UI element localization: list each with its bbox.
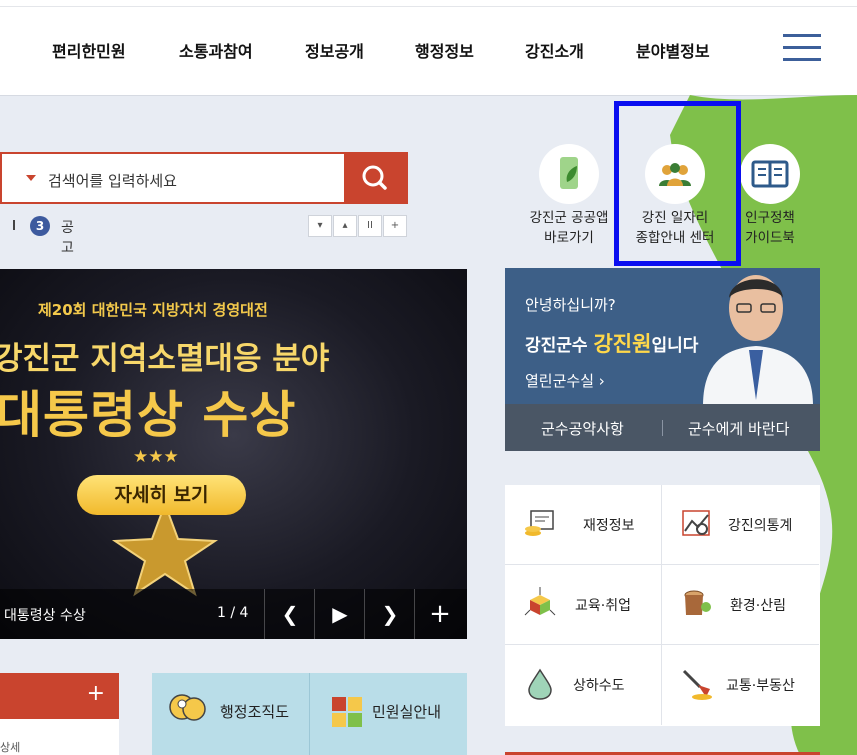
search-box: 검색어를 입력하세요 xyxy=(0,152,408,204)
keyword-controls: ▾ ▴ II + xyxy=(308,215,408,237)
search-input[interactable]: 검색어를 입력하세요 xyxy=(48,170,177,191)
banner-title-line1: 강진군 지역소멸대응 분야 xyxy=(0,341,330,377)
play-icon: ▶ xyxy=(332,602,348,626)
open-office-link[interactable]: 열린군수실 › xyxy=(525,370,605,391)
hamburger-icon[interactable] xyxy=(783,34,821,62)
category-environment-label: 환경·산림 xyxy=(730,598,786,614)
keyword-divider xyxy=(13,220,15,230)
category-transport[interactable]: 교통·부동산 xyxy=(662,645,819,725)
mayor-pledges-link[interactable]: 군수공약사항 xyxy=(541,418,624,439)
education-cube-icon xyxy=(524,587,556,616)
quick-link-guidebook[interactable]: 인구정책 가이드북 xyxy=(736,144,804,248)
search-button[interactable] xyxy=(344,154,406,202)
quick-link-guidebook-label1: 인구정책 xyxy=(745,210,795,226)
notice-header: + xyxy=(0,673,119,719)
shortcut-bar: 행정조직도 민원실안내 xyxy=(152,673,467,755)
category-statistics-label: 강진의통계 xyxy=(728,518,793,534)
mayor-name: 강진원 xyxy=(593,332,652,356)
keyword-rank-badge: 3 xyxy=(30,216,50,236)
search-scope-dropdown-icon[interactable] xyxy=(26,175,36,181)
mayor-panel: 안녕하십니까? 강진군수 강진원입니다 열린군수실 › 군수공약사항 군수에게 … xyxy=(505,268,820,451)
keyword-text[interactable]: 공고 xyxy=(61,217,74,257)
plus-icon: + xyxy=(429,599,451,629)
highlight-box xyxy=(614,101,741,266)
chevron-right-icon: ❯ xyxy=(381,602,399,626)
puzzle-icon xyxy=(332,697,362,727)
water-drop-icon xyxy=(528,668,552,700)
ask-mayor-link[interactable]: 군수에게 바란다 xyxy=(688,418,789,439)
mayor-intro: 강진군수 강진원입니다 xyxy=(525,332,699,356)
keyword-prev-button[interactable]: ▴ xyxy=(333,215,357,237)
mayor-portrait xyxy=(703,275,813,406)
open-book-icon xyxy=(740,144,800,204)
nav-item-about[interactable]: 강진소개 xyxy=(525,38,584,62)
statistics-chart-icon xyxy=(682,510,710,536)
notice-more-button[interactable]: + xyxy=(87,681,105,706)
category-education-label: 교육·취업 xyxy=(575,598,631,614)
nav-item-civil[interactable]: 편리한민원 xyxy=(52,38,126,62)
nav-item-admin[interactable]: 행정정보 xyxy=(415,38,474,62)
top-header: 편리한민원 소통과참여 정보공개 행정정보 강진소개 분야별정보 xyxy=(0,0,857,96)
quick-link-app[interactable]: 강진군 공공앱 바로가기 xyxy=(521,144,617,248)
main-banner[interactable]: 제20회 대한민국 지방자치 경영대전 강진군 지역소멸대응 분야 대통령상 수… xyxy=(0,269,467,639)
category-grid: 재정정보 강진의통계 교육·취업 환경·산림 상하수도 교통·부동산 xyxy=(505,485,820,726)
keyword-pause-button[interactable]: II xyxy=(358,215,382,237)
category-water-label: 상하수도 xyxy=(573,678,625,694)
category-finance[interactable]: 재정정보 xyxy=(505,485,662,565)
notice-panel: + 상세 xyxy=(0,673,119,755)
tree-stump-icon xyxy=(684,590,711,615)
banner-caption: 대통령상 수상 xyxy=(4,608,86,624)
category-statistics[interactable]: 강진의통계 xyxy=(662,485,819,565)
quick-link-app-label1: 강진군 공공앱 xyxy=(529,210,609,226)
banner-title-line2: 대통령상 수상 xyxy=(0,386,297,444)
category-education[interactable]: 교육·취업 xyxy=(505,565,662,645)
banner-detail-button[interactable]: 자세히 보기 xyxy=(77,475,246,515)
mayor-links-bar: 군수공약사항 군수에게 바란다 xyxy=(505,404,820,451)
mayor-greeting: 안녕하십니까? xyxy=(525,296,616,314)
chevron-left-icon: ❮ xyxy=(281,602,299,626)
nav-item-fields[interactable]: 분야별정보 xyxy=(636,38,710,62)
quick-link-guidebook-label2: 가이드북 xyxy=(745,230,795,246)
search-icon xyxy=(362,165,387,190)
shortcut-divider xyxy=(309,673,310,755)
category-transport-label: 교통·부동산 xyxy=(726,678,795,694)
category-water[interactable]: 상하수도 xyxy=(505,645,662,725)
category-environment[interactable]: 환경·산림 xyxy=(662,565,819,645)
nav-item-participation[interactable]: 소통과참여 xyxy=(179,38,253,62)
keyword-next-button[interactable]: ▾ xyxy=(308,215,332,237)
keyword-more-button[interactable]: + xyxy=(383,215,407,237)
banner-subtitle: 제20회 대한민국 지방자치 경영대전 xyxy=(38,301,268,319)
banner-more-button[interactable]: + xyxy=(414,589,465,639)
phone-leaf-icon xyxy=(539,144,599,204)
quick-link-app-label2: 바로가기 xyxy=(544,230,594,246)
notice-item[interactable]: 상세 xyxy=(0,739,20,755)
org-chart-icon xyxy=(169,694,206,721)
category-finance-label: 재정정보 xyxy=(583,518,635,534)
banner-play-button[interactable]: ▶ xyxy=(314,589,365,639)
star-decoration: ★★★ xyxy=(133,447,179,467)
civil-guide-link[interactable]: 민원실안내 xyxy=(372,701,441,722)
banner-page-indicator: 1 / 4 xyxy=(217,605,249,621)
org-chart-link[interactable]: 행정조직도 xyxy=(220,701,289,722)
mayor-links-divider xyxy=(662,420,663,436)
shovel-icon xyxy=(682,669,712,700)
banner-next-button[interactable]: ❯ xyxy=(364,589,415,639)
banner-prev-button[interactable]: ❮ xyxy=(264,589,315,639)
finance-coins-icon xyxy=(525,510,554,536)
header-top-line xyxy=(0,6,857,7)
nav-item-disclosure[interactable]: 정보공개 xyxy=(305,38,364,62)
